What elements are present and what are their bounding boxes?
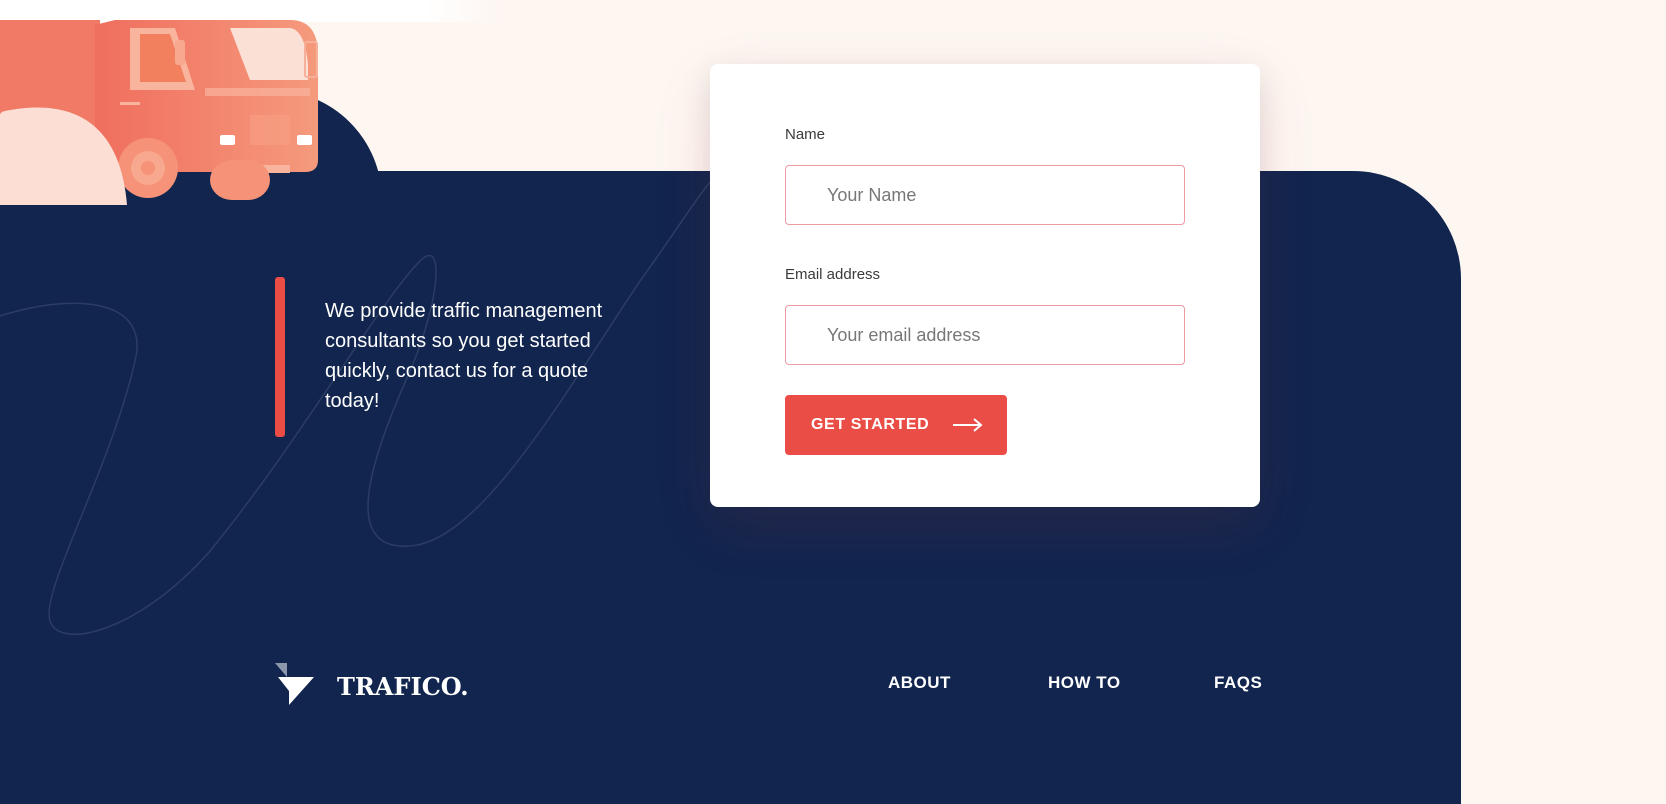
top-strip: [0, 0, 500, 22]
footer-link-how-to[interactable]: HOW TO: [1048, 673, 1121, 693]
footer-logo[interactable]: TRAFICO.: [275, 663, 469, 709]
arrow-right-icon: [953, 418, 983, 432]
footer-link-about[interactable]: ABOUT: [888, 673, 951, 693]
email-input[interactable]: [785, 305, 1185, 365]
name-label: Name: [785, 126, 826, 143]
logo-text: TRAFICO.: [337, 671, 469, 701]
contact-form-card: Name Email address GET STARTED: [710, 64, 1260, 507]
footer-link-faqs[interactable]: FAQS: [1214, 673, 1262, 693]
name-input[interactable]: [785, 165, 1185, 225]
get-started-button[interactable]: GET STARTED: [785, 395, 1007, 455]
truck-illustration: [0, 20, 318, 205]
trafico-logo-icon: [275, 663, 315, 709]
email-label: Email address: [785, 266, 881, 283]
tagline-accent-bar: [275, 277, 285, 437]
get-started-label: GET STARTED: [811, 416, 930, 433]
hero-tagline: We provide traffic management consultant…: [325, 300, 603, 412]
